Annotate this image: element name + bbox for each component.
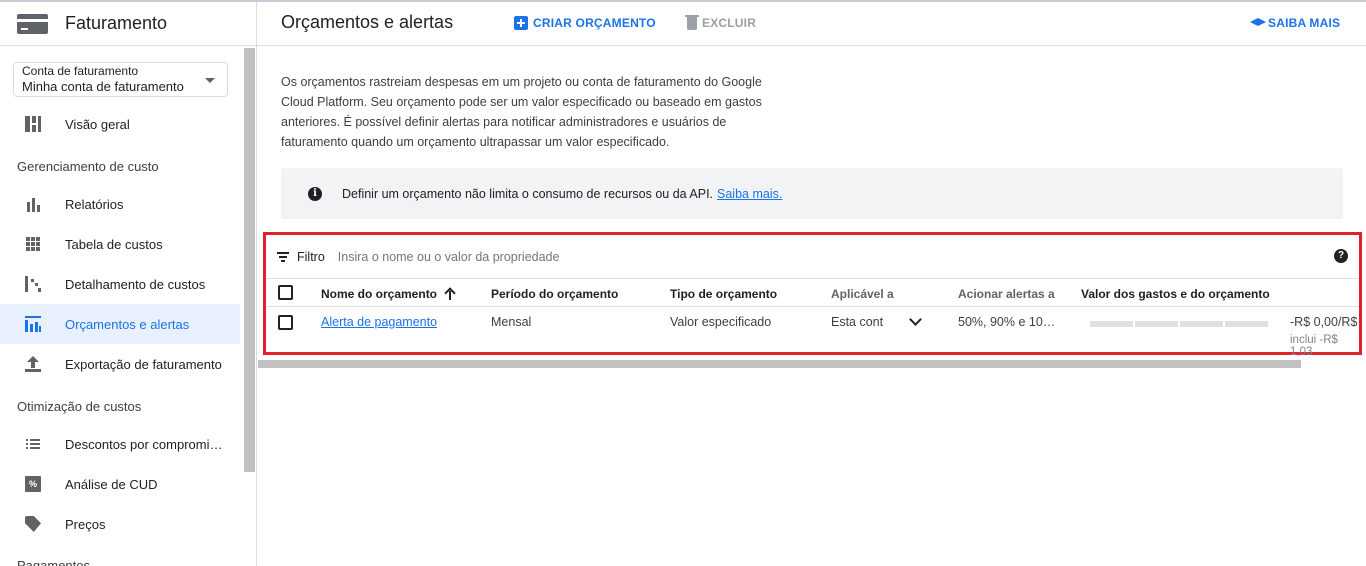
dropdown-caret-icon (205, 78, 215, 83)
page-title: Orçamentos e alertas (281, 12, 454, 32)
learn-more-button[interactable]: SAIBA MAIS (1250, 16, 1340, 30)
create-budget-label: CRIAR ORÇAMENTO (533, 16, 656, 30)
add-box-icon (514, 16, 528, 30)
page-toolbar: Orçamentos e alertas CRIAR ORÇAMENTO EXC… (257, 2, 1366, 46)
filter-icon (277, 252, 289, 262)
section-cost-optimization: Otimização de custos (17, 399, 142, 414)
bar-chart-icon (25, 196, 41, 212)
budget-name-link[interactable]: Alerta de pagamento (321, 315, 437, 329)
filter-bar: Filtro ? (277, 247, 1352, 267)
info-learn-more-link[interactable]: Saiba mais. (717, 187, 782, 201)
sidebar-scrollbar[interactable] (244, 48, 255, 472)
select-all-checkbox[interactable] (278, 285, 293, 300)
dashboard-icon (25, 116, 41, 132)
budget-type: Valor especificado (670, 315, 772, 329)
sidebar-item-overview[interactable]: Visão geral (0, 104, 240, 144)
sidebar-item-reports[interactable]: Relatórios (0, 184, 240, 224)
sidebar: Faturamento Conta de faturamento Minha c… (0, 2, 257, 566)
trash-icon (685, 14, 699, 30)
column-header-type[interactable]: Tipo de orçamento (670, 287, 777, 301)
learn-more-label: SAIBA MAIS (1268, 16, 1341, 30)
sidebar-item-label: Preços (65, 516, 106, 532)
sidebar-item-pricing[interactable]: Preços (0, 504, 240, 544)
sidebar-item-cud-analysis[interactable]: % Análise de CUD (0, 464, 240, 504)
filter-label: Filtro (297, 250, 325, 264)
create-budget-button[interactable]: CRIAR ORÇAMENTO (514, 16, 656, 30)
delete-label: EXCLUIR (702, 16, 757, 30)
sort-arrow-up-icon[interactable] (445, 288, 455, 300)
sidebar-item-commitment-discounts[interactable]: Descontos por compromi… (0, 424, 240, 464)
column-header-name-label: Nome do orçamento (321, 287, 438, 301)
table-header: Nome do orçamento Período do orçamento T… (266, 278, 1359, 307)
sidebar-item-label: Análise de CUD (65, 476, 158, 492)
budget-alerts: 50%, 90% e 10… (958, 315, 1056, 329)
sidebar-item-label: Tabela de custos (65, 236, 163, 252)
breakdown-icon (25, 276, 41, 292)
sidebar-item-label: Detalhamento de custos (65, 276, 206, 292)
table-icon (25, 236, 41, 252)
column-header-spend[interactable]: Valor dos gastos e do orçamento (1081, 287, 1270, 301)
spend-amount: -R$ 0,00/R$ (1290, 315, 1358, 329)
list-icon (25, 436, 41, 452)
info-text: Definir um orçamento não limita o consum… (342, 186, 714, 201)
sidebar-item-billing-export[interactable]: Exportação de faturamento (0, 344, 240, 384)
table-horizontal-scrollbar[interactable] (258, 360, 1301, 368)
school-cap-icon (1250, 18, 1266, 26)
sidebar-item-budgets-alerts[interactable]: Orçamentos e alertas (0, 304, 240, 344)
info-icon: i (308, 186, 322, 201)
sidebar-item-label: Descontos por compromi… (65, 436, 223, 452)
sidebar-item-label: Visão geral (65, 116, 130, 132)
row-checkbox[interactable] (278, 315, 293, 330)
budget-icon (25, 316, 41, 332)
budget-period: Mensal (491, 315, 532, 329)
spend-amount-detail: inclui -R$ 1,03 (1290, 334, 1338, 358)
billing-account-label: Conta de faturamento (22, 64, 139, 78)
info-banner: i Definir um orçamento não limita o cons… (281, 168, 1343, 219)
filter-input[interactable] (337, 250, 738, 264)
section-payments: Pagamentos (17, 558, 90, 566)
upload-icon (25, 356, 41, 372)
section-cost-management: Gerenciamento de custo (17, 159, 159, 174)
chevron-down-icon[interactable] (909, 313, 922, 326)
table-row: Alerta de pagamento Mensal Valor especif… (266, 307, 1359, 358)
help-icon[interactable]: ? (1334, 249, 1348, 263)
billing-account-value: Minha conta de faturamento (22, 79, 184, 94)
column-header-alerts[interactable]: Acionar alertas a (958, 287, 1055, 301)
column-header-period[interactable]: Período do orçamento (491, 287, 618, 301)
credit-card-icon (17, 13, 48, 34)
sidebar-item-cost-table[interactable]: Tabela de custos (0, 224, 240, 264)
spend-progress-bar (1090, 321, 1270, 327)
sidebar-header: Faturamento (0, 2, 256, 46)
page-description: Os orçamentos rastreiam despesas em um p… (281, 75, 762, 149)
main-content: Orçamentos e alertas CRIAR ORÇAMENTO EXC… (257, 2, 1366, 566)
column-header-name[interactable]: Nome do orçamento (321, 287, 455, 301)
budget-applies: Esta cont (831, 315, 884, 329)
sidebar-item-cost-breakdown[interactable]: Detalhamento de custos (0, 264, 240, 304)
delete-button[interactable]: EXCLUIR (685, 14, 757, 30)
sidebar-item-label: Relatórios (65, 196, 124, 212)
sidebar-title: Faturamento (65, 13, 168, 33)
billing-account-select[interactable]: Conta de faturamento Minha conta de fatu… (13, 62, 228, 97)
percent-icon: % (25, 476, 41, 492)
column-header-applies[interactable]: Aplicável a (831, 287, 894, 301)
tag-icon (25, 516, 41, 532)
sidebar-item-label: Exportação de faturamento (65, 356, 222, 372)
sidebar-item-label: Orçamentos e alertas (65, 316, 190, 332)
